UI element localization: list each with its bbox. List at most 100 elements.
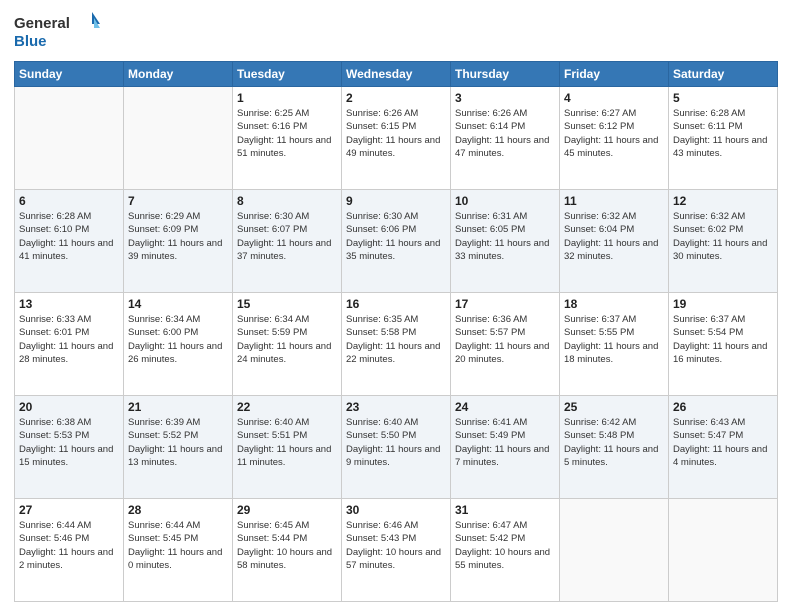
day-number: 8 bbox=[237, 194, 337, 208]
day-info: Sunrise: 6:28 AMSunset: 6:10 PMDaylight:… bbox=[19, 210, 119, 263]
logo: General Blue bbox=[14, 10, 104, 55]
day-number: 25 bbox=[564, 400, 664, 414]
calendar-cell: 2 Sunrise: 6:26 AMSunset: 6:15 PMDaylight… bbox=[342, 87, 451, 190]
day-info: Sunrise: 6:47 AMSunset: 5:42 PMDaylight:… bbox=[455, 519, 555, 572]
day-info: Sunrise: 6:30 AMSunset: 6:06 PMDaylight:… bbox=[346, 210, 446, 263]
day-number: 29 bbox=[237, 503, 337, 517]
day-info: Sunrise: 6:44 AMSunset: 5:45 PMDaylight:… bbox=[128, 519, 228, 572]
day-number: 12 bbox=[673, 194, 773, 208]
day-number: 3 bbox=[455, 91, 555, 105]
day-info: Sunrise: 6:34 AMSunset: 5:59 PMDaylight:… bbox=[237, 313, 337, 366]
day-info: Sunrise: 6:25 AMSunset: 6:16 PMDaylight:… bbox=[237, 107, 337, 160]
calendar-cell: 27 Sunrise: 6:44 AMSunset: 5:46 PMDayligh… bbox=[15, 499, 124, 602]
day-number: 10 bbox=[455, 194, 555, 208]
day-info: Sunrise: 6:37 AMSunset: 5:54 PMDaylight:… bbox=[673, 313, 773, 366]
calendar-cell: 8 Sunrise: 6:30 AMSunset: 6:07 PMDaylight… bbox=[233, 190, 342, 293]
calendar-cell: 25 Sunrise: 6:42 AMSunset: 5:48 PMDayligh… bbox=[560, 396, 669, 499]
day-number: 27 bbox=[19, 503, 119, 517]
calendar-cell: 3 Sunrise: 6:26 AMSunset: 6:14 PMDaylight… bbox=[451, 87, 560, 190]
day-info: Sunrise: 6:46 AMSunset: 5:43 PMDaylight:… bbox=[346, 519, 446, 572]
day-info: Sunrise: 6:31 AMSunset: 6:05 PMDaylight:… bbox=[455, 210, 555, 263]
day-header-monday: Monday bbox=[124, 62, 233, 87]
day-number: 17 bbox=[455, 297, 555, 311]
day-number: 9 bbox=[346, 194, 446, 208]
day-header-tuesday: Tuesday bbox=[233, 62, 342, 87]
day-number: 2 bbox=[346, 91, 446, 105]
calendar-cell bbox=[15, 87, 124, 190]
day-info: Sunrise: 6:26 AMSunset: 6:15 PMDaylight:… bbox=[346, 107, 446, 160]
calendar-week-row: 6 Sunrise: 6:28 AMSunset: 6:10 PMDaylight… bbox=[15, 190, 778, 293]
day-number: 16 bbox=[346, 297, 446, 311]
calendar-table: SundayMondayTuesdayWednesdayThursdayFrid… bbox=[14, 61, 778, 602]
calendar-cell: 26Sunrise: 6:43 AMSunset: 5:47 PMDayligh… bbox=[669, 396, 778, 499]
day-info: Sunrise: 6:37 AMSunset: 5:55 PMDaylight:… bbox=[564, 313, 664, 366]
page: General Blue SundayMondayTuesdayWednesda… bbox=[0, 0, 792, 612]
svg-text:Blue: Blue bbox=[14, 33, 47, 50]
calendar-cell: 12 Sunrise: 6:32 AMSunset: 6:02 PMDayligh… bbox=[669, 190, 778, 293]
day-number: 21 bbox=[128, 400, 228, 414]
day-number: 18 bbox=[564, 297, 664, 311]
day-info: Sunrise: 6:32 AMSunset: 6:04 PMDaylight:… bbox=[564, 210, 664, 263]
day-number: 20 bbox=[19, 400, 119, 414]
calendar-cell: 28 Sunrise: 6:44 AMSunset: 5:45 PMDayligh… bbox=[124, 499, 233, 602]
day-number: 7 bbox=[128, 194, 228, 208]
calendar-cell: 30 Sunrise: 6:46 AMSunset: 5:43 PMDayligh… bbox=[342, 499, 451, 602]
day-number: 23 bbox=[346, 400, 446, 414]
calendar-cell: 19 Sunrise: 6:37 AMSunset: 5:54 PMDayligh… bbox=[669, 293, 778, 396]
day-number: 22 bbox=[237, 400, 337, 414]
calendar-cell: 20 Sunrise: 6:38 AMSunset: 5:53 PMDayligh… bbox=[15, 396, 124, 499]
calendar-cell: 16Sunrise: 6:35 AMSunset: 5:58 PMDayligh… bbox=[342, 293, 451, 396]
day-header-wednesday: Wednesday bbox=[342, 62, 451, 87]
header: General Blue bbox=[14, 10, 778, 55]
calendar-cell: 13Sunrise: 6:33 AMSunset: 6:01 PMDayligh… bbox=[15, 293, 124, 396]
day-number: 5 bbox=[673, 91, 773, 105]
calendar-cell bbox=[124, 87, 233, 190]
day-info: Sunrise: 6:38 AMSunset: 5:53 PMDaylight:… bbox=[19, 416, 119, 469]
day-info: Sunrise: 6:40 AMSunset: 5:50 PMDaylight:… bbox=[346, 416, 446, 469]
day-info: Sunrise: 6:36 AMSunset: 5:57 PMDaylight:… bbox=[455, 313, 555, 366]
day-number: 28 bbox=[128, 503, 228, 517]
day-info: Sunrise: 6:39 AMSunset: 5:52 PMDaylight:… bbox=[128, 416, 228, 469]
day-header-saturday: Saturday bbox=[669, 62, 778, 87]
calendar-cell: 29 Sunrise: 6:45 AMSunset: 5:44 PMDayligh… bbox=[233, 499, 342, 602]
day-number: 11 bbox=[564, 194, 664, 208]
calendar-cell: 4Sunrise: 6:27 AMSunset: 6:12 PMDaylight… bbox=[560, 87, 669, 190]
day-info: Sunrise: 6:28 AMSunset: 6:11 PMDaylight:… bbox=[673, 107, 773, 160]
calendar-cell: 9 Sunrise: 6:30 AMSunset: 6:06 PMDaylight… bbox=[342, 190, 451, 293]
day-number: 13 bbox=[19, 297, 119, 311]
day-info: Sunrise: 6:43 AMSunset: 5:47 PMDaylight:… bbox=[673, 416, 773, 469]
calendar-week-row: 1Sunrise: 6:25 AMSunset: 6:16 PMDaylight… bbox=[15, 87, 778, 190]
calendar-cell: 18 Sunrise: 6:37 AMSunset: 5:55 PMDayligh… bbox=[560, 293, 669, 396]
day-info: Sunrise: 6:44 AMSunset: 5:46 PMDaylight:… bbox=[19, 519, 119, 572]
day-number: 19 bbox=[673, 297, 773, 311]
day-number: 15 bbox=[237, 297, 337, 311]
calendar-cell: 6 Sunrise: 6:28 AMSunset: 6:10 PMDaylight… bbox=[15, 190, 124, 293]
day-info: Sunrise: 6:45 AMSunset: 5:44 PMDaylight:… bbox=[237, 519, 337, 572]
calendar-week-row: 13Sunrise: 6:33 AMSunset: 6:01 PMDayligh… bbox=[15, 293, 778, 396]
calendar-header-row: SundayMondayTuesdayWednesdayThursdayFrid… bbox=[15, 62, 778, 87]
calendar-cell: 7 Sunrise: 6:29 AMSunset: 6:09 PMDaylight… bbox=[124, 190, 233, 293]
day-info: Sunrise: 6:42 AMSunset: 5:48 PMDaylight:… bbox=[564, 416, 664, 469]
day-info: Sunrise: 6:26 AMSunset: 6:14 PMDaylight:… bbox=[455, 107, 555, 160]
calendar-cell: 15 Sunrise: 6:34 AMSunset: 5:59 PMDayligh… bbox=[233, 293, 342, 396]
calendar-cell: 10 Sunrise: 6:31 AMSunset: 6:05 PMDayligh… bbox=[451, 190, 560, 293]
day-number: 14 bbox=[128, 297, 228, 311]
calendar-cell: 31Sunrise: 6:47 AMSunset: 5:42 PMDayligh… bbox=[451, 499, 560, 602]
calendar-cell: 17 Sunrise: 6:36 AMSunset: 5:57 PMDayligh… bbox=[451, 293, 560, 396]
day-info: Sunrise: 6:34 AMSunset: 6:00 PMDaylight:… bbox=[128, 313, 228, 366]
day-number: 30 bbox=[346, 503, 446, 517]
calendar-cell: 23 Sunrise: 6:40 AMSunset: 5:50 PMDayligh… bbox=[342, 396, 451, 499]
day-header-sunday: Sunday bbox=[15, 62, 124, 87]
day-info: Sunrise: 6:41 AMSunset: 5:49 PMDaylight:… bbox=[455, 416, 555, 469]
day-info: Sunrise: 6:27 AMSunset: 6:12 PMDaylight:… bbox=[564, 107, 664, 160]
calendar-week-row: 27 Sunrise: 6:44 AMSunset: 5:46 PMDayligh… bbox=[15, 499, 778, 602]
day-number: 6 bbox=[19, 194, 119, 208]
svg-text:General: General bbox=[14, 15, 70, 32]
calendar-cell: 21 Sunrise: 6:39 AMSunset: 5:52 PMDayligh… bbox=[124, 396, 233, 499]
day-info: Sunrise: 6:30 AMSunset: 6:07 PMDaylight:… bbox=[237, 210, 337, 263]
day-header-friday: Friday bbox=[560, 62, 669, 87]
day-info: Sunrise: 6:32 AMSunset: 6:02 PMDaylight:… bbox=[673, 210, 773, 263]
day-info: Sunrise: 6:29 AMSunset: 6:09 PMDaylight:… bbox=[128, 210, 228, 263]
day-info: Sunrise: 6:40 AMSunset: 5:51 PMDaylight:… bbox=[237, 416, 337, 469]
logo-svg: General Blue bbox=[14, 10, 104, 55]
